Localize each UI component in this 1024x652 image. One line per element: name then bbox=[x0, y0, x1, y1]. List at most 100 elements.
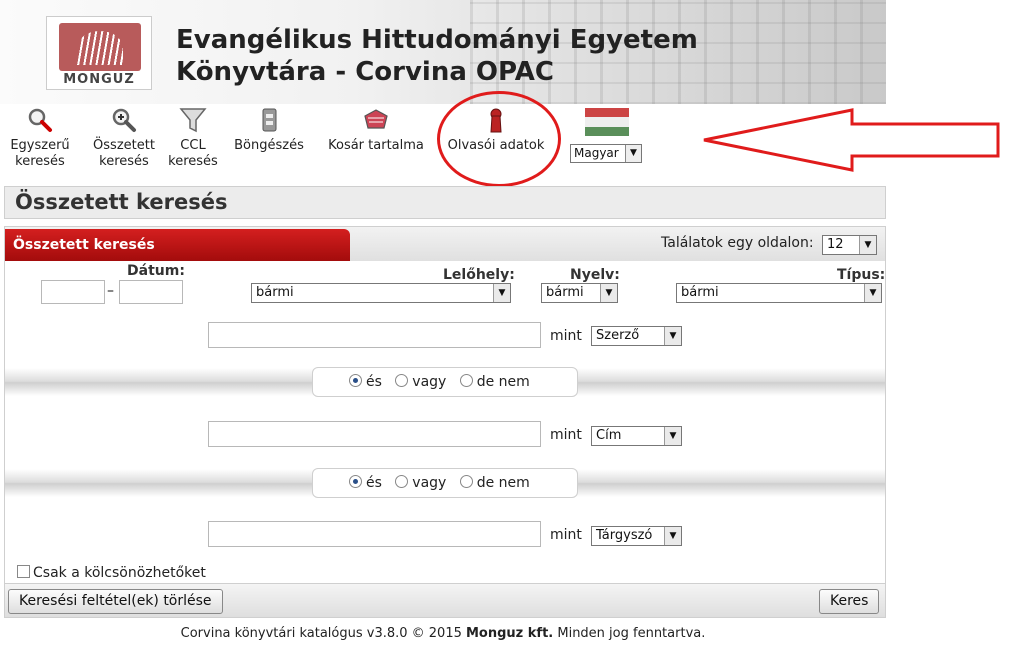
site-title-line2: Könyvtára - Corvina OPAC bbox=[176, 57, 554, 87]
funnel-icon bbox=[179, 108, 207, 133]
chevron-down-icon: ▼ bbox=[625, 145, 641, 162]
monguz-logo[interactable]: MONGUZ bbox=[46, 16, 152, 90]
bool-not-label-2: de nem bbox=[476, 475, 530, 491]
field-select-2[interactable]: Cím ▼ bbox=[591, 426, 682, 446]
language-select[interactable]: Magyar ▼ bbox=[570, 144, 642, 163]
panel-header: Összetett keresés Találatok egy oldalon:… bbox=[5, 227, 885, 261]
date-dash: – bbox=[107, 283, 114, 299]
type-value: bármi bbox=[681, 285, 719, 300]
search-button[interactable]: Keres bbox=[819, 589, 880, 614]
search-term-input-1[interactable] bbox=[208, 322, 541, 348]
chevron-down-icon: ▼ bbox=[664, 527, 681, 545]
browse-label: Böngészés bbox=[234, 138, 304, 153]
site-header: MONGUZ Evangélikus Hittudományi Egyetem … bbox=[0, 0, 886, 104]
radio-selected-icon bbox=[349, 475, 362, 488]
basket-label: Kosár tartalma bbox=[328, 138, 424, 153]
panel-footer: Keresési feltétel(ek) törlése Keres bbox=[5, 583, 885, 617]
annotation-arrow bbox=[703, 108, 1000, 172]
bool-or-label-1: vagy bbox=[412, 374, 447, 390]
mint-label-2: mint bbox=[550, 427, 582, 443]
magnifier-plus-icon bbox=[112, 108, 136, 132]
copyright-footer: Corvina könyvtári katalógus v3.8.0 © 201… bbox=[0, 626, 886, 641]
clear-criteria-button[interactable]: Keresési feltétel(ek) törlése bbox=[8, 589, 223, 614]
chevron-down-icon: ▼ bbox=[864, 284, 881, 302]
bool-and-label-2: és bbox=[366, 475, 382, 491]
bool-or-option-2[interactable]: vagy bbox=[395, 475, 446, 491]
advanced-search-button[interactable]: Összetett keresés bbox=[88, 106, 160, 170]
location-value: bármi bbox=[256, 285, 294, 300]
copyright-brand[interactable]: Monguz kft. bbox=[466, 626, 553, 641]
radio-selected-icon bbox=[349, 374, 362, 387]
field-select-1[interactable]: Szerző ▼ bbox=[591, 326, 682, 346]
ccl-search-label-2: keresés bbox=[168, 154, 218, 169]
per-page-select[interactable]: 12 ▼ bbox=[822, 235, 877, 255]
mint-label-1: mint bbox=[550, 328, 582, 344]
site-title: Evangélikus Hittudományi Egyetem Könyvtá… bbox=[176, 24, 698, 88]
bool-not-option-2[interactable]: de nem bbox=[459, 475, 530, 491]
radio-icon bbox=[459, 475, 473, 488]
bool-or-label-2: vagy bbox=[412, 475, 447, 491]
language-filter-select[interactable]: bármi ▼ bbox=[541, 283, 618, 303]
simple-search-button[interactable]: Egyszerű keresés bbox=[8, 106, 72, 170]
bool-and-option-1[interactable]: és bbox=[349, 374, 382, 390]
type-label: Típus: bbox=[837, 267, 886, 283]
magnifier-icon bbox=[28, 108, 52, 132]
page-title: Összetett keresés bbox=[4, 186, 886, 219]
site-title-line1: Evangélikus Hittudományi Egyetem bbox=[176, 25, 698, 55]
bool-not-option-1[interactable]: de nem bbox=[459, 374, 530, 390]
field-select-1-value: Szerző bbox=[596, 328, 640, 343]
radio-icon bbox=[395, 475, 409, 488]
per-page-value: 12 bbox=[827, 237, 844, 252]
language-select-value: Magyar bbox=[574, 146, 619, 160]
logo-book-mark bbox=[59, 23, 141, 71]
chevron-down-icon: ▼ bbox=[664, 427, 681, 445]
annotation-ellipse bbox=[437, 91, 561, 187]
bool-operator-group-1: és vagy de nem bbox=[312, 367, 578, 397]
search-term-input-3[interactable] bbox=[208, 521, 541, 547]
field-select-2-value: Cím bbox=[596, 428, 622, 443]
bool-and-label-1: és bbox=[366, 374, 382, 390]
advanced-search-panel: Összetett keresés Találatok egy oldalon:… bbox=[4, 226, 886, 618]
bool-operator-group-2: és vagy de nem bbox=[312, 468, 578, 498]
ccl-search-label-1: CCL bbox=[180, 138, 206, 153]
basket-icon bbox=[364, 109, 388, 129]
date-label: Dátum: bbox=[127, 263, 185, 279]
index-drawer-icon bbox=[262, 108, 277, 132]
per-page-label: Találatok egy oldalon: bbox=[661, 235, 814, 251]
date-to-input[interactable] bbox=[119, 280, 183, 304]
search-term-input-2[interactable] bbox=[208, 421, 541, 447]
bool-or-option-1[interactable]: vagy bbox=[395, 374, 446, 390]
checkbox-icon bbox=[17, 565, 30, 578]
only-loanable-option[interactable]: Csak a kölcsönözhetőket bbox=[17, 565, 206, 581]
location-label: Lelőhely: bbox=[443, 267, 515, 283]
logo-text: MONGUZ bbox=[63, 72, 135, 87]
basket-button[interactable]: Kosár tartalma bbox=[324, 106, 428, 154]
tab-advanced-search[interactable]: Összetett keresés bbox=[5, 229, 350, 261]
field-select-3-value: Tárgyszó bbox=[596, 528, 653, 543]
language-label: Nyelv: bbox=[570, 267, 620, 283]
bool-not-label-1: de nem bbox=[476, 374, 530, 390]
browse-button[interactable]: Böngészés bbox=[230, 106, 308, 154]
advanced-search-label-2: keresés bbox=[99, 154, 149, 169]
chevron-down-icon: ▼ bbox=[493, 284, 510, 302]
ccl-search-button[interactable]: CCL keresés bbox=[164, 106, 222, 170]
bool-and-option-2[interactable]: és bbox=[349, 475, 382, 491]
copyright-suffix: Minden jog fenntartva. bbox=[553, 626, 706, 641]
location-select[interactable]: bármi ▼ bbox=[251, 283, 511, 303]
radio-icon bbox=[395, 374, 409, 387]
simple-search-label-1: Egyszerű bbox=[10, 138, 70, 153]
field-select-3[interactable]: Tárgyszó ▼ bbox=[591, 526, 682, 546]
only-loanable-label: Csak a kölcsönözhetőket bbox=[33, 565, 206, 581]
radio-icon bbox=[459, 374, 473, 387]
advanced-search-label-1: Összetett bbox=[93, 138, 155, 153]
date-from-input[interactable] bbox=[41, 280, 105, 304]
simple-search-label-2: keresés bbox=[15, 154, 65, 169]
chevron-down-icon: ▼ bbox=[664, 327, 681, 345]
language-filter-value: bármi bbox=[546, 285, 584, 300]
chevron-down-icon: ▼ bbox=[600, 284, 617, 302]
chevron-down-icon: ▼ bbox=[859, 236, 876, 254]
hungarian-flag-icon[interactable] bbox=[585, 108, 629, 136]
copyright-prefix: Corvina könyvtári katalógus v3.8.0 © 201… bbox=[180, 626, 466, 641]
type-select[interactable]: bármi ▼ bbox=[676, 283, 882, 303]
mint-label-3: mint bbox=[550, 527, 582, 543]
